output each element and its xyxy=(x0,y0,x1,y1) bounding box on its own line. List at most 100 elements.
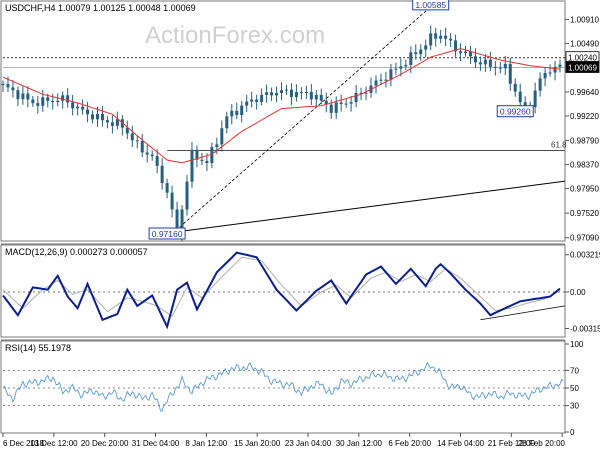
candle-body xyxy=(205,160,209,164)
candle-body xyxy=(434,33,438,39)
candle-body xyxy=(130,133,134,141)
candle-body xyxy=(444,35,448,39)
candle-body xyxy=(220,128,224,145)
candle-body xyxy=(105,120,109,123)
candle-body xyxy=(344,103,348,105)
price-label: 0.97160 xyxy=(152,229,183,239)
x-tick-label: 15 Jan 20:00 xyxy=(234,439,281,448)
candle-body xyxy=(86,109,90,115)
candle-body xyxy=(100,113,104,121)
candle-body xyxy=(56,100,60,103)
candle-body xyxy=(473,56,477,63)
candle-body xyxy=(384,79,388,81)
candle-body xyxy=(364,92,368,94)
candle-body xyxy=(424,45,428,50)
x-tick-label: 13 Dec 12:00 xyxy=(30,439,78,448)
candle-body xyxy=(135,140,139,142)
candle-body xyxy=(483,59,487,65)
chart-svg: ActionForex.com USDCHF,H4 1.00079 1.0012… xyxy=(0,0,600,448)
candle-body xyxy=(31,99,35,104)
candle-body xyxy=(115,119,119,126)
candle-body xyxy=(349,102,353,104)
candle-body xyxy=(230,110,234,117)
y-tick-label: 0.99220 xyxy=(570,112,599,121)
x-tick-label: 20 Dec 20:00 xyxy=(81,439,129,448)
candle-body xyxy=(250,99,254,102)
candle-body xyxy=(339,102,343,104)
y-tick-label: 0.97090 xyxy=(570,234,599,243)
candle-body xyxy=(240,105,244,116)
chart-root: ActionForex.com USDCHF,H4 1.00079 1.0012… xyxy=(0,0,600,450)
candle-body xyxy=(329,104,333,113)
price-label: 0.99260 xyxy=(500,107,531,117)
candle-body xyxy=(558,64,562,67)
candle-body xyxy=(21,93,25,100)
candle-body xyxy=(464,51,468,54)
candle-body xyxy=(145,152,149,155)
candle-body xyxy=(548,72,552,74)
macd-y-tick-label: 0.003219 xyxy=(570,251,600,260)
candle-body xyxy=(81,106,85,110)
candle-body xyxy=(170,192,174,210)
right-price-tag-label: 1.00069 xyxy=(568,63,597,72)
candle-body xyxy=(280,90,283,93)
y-tick-label: 0.97520 xyxy=(570,209,599,218)
rsi-y-tick-label: 30 xyxy=(570,402,579,411)
price-label: 1.00585 xyxy=(415,0,446,10)
candle-body xyxy=(319,94,323,101)
candle-body xyxy=(76,106,80,109)
candle-body xyxy=(200,159,204,161)
candle-body xyxy=(165,183,169,193)
candle-body xyxy=(334,102,338,113)
candle-body xyxy=(374,80,378,86)
candle-body xyxy=(6,83,10,88)
candle-body xyxy=(429,33,433,46)
candle-body xyxy=(518,91,522,103)
candle-body xyxy=(245,101,249,106)
candle-body xyxy=(95,113,99,120)
candle-body xyxy=(1,83,5,85)
candle-body xyxy=(354,92,358,103)
candle-body xyxy=(538,78,542,91)
candle-body xyxy=(498,67,502,69)
macd-title: MACD(12,26,9) 0.000273 0.000057 xyxy=(5,247,148,257)
candle-body xyxy=(71,102,75,109)
macd-y-tick-label: -0.003153 xyxy=(570,325,600,334)
candle-body xyxy=(478,62,482,65)
candle-body xyxy=(260,94,264,102)
rsi-y-tick-label: 100 xyxy=(570,340,584,349)
fib-61-8-label: 61.8 xyxy=(551,141,567,150)
candle-body xyxy=(289,89,293,97)
candle-body xyxy=(493,66,497,68)
x-tick-label: 23 Jan 04:00 xyxy=(285,439,332,448)
candle-body xyxy=(399,66,403,69)
candle-body xyxy=(314,94,318,100)
candle-body xyxy=(449,38,453,41)
candle-body xyxy=(11,87,15,91)
candle-body xyxy=(508,63,512,84)
x-tick-label: 14 Feb 04:00 xyxy=(437,439,485,448)
candle-body xyxy=(394,68,398,70)
candle-body xyxy=(36,103,40,106)
candle-body xyxy=(553,66,557,73)
candle-body xyxy=(41,97,45,106)
candle-body xyxy=(488,59,492,67)
rsi-y-tick-label: 0 xyxy=(570,428,575,437)
candle-body xyxy=(150,154,154,157)
y-tick-label: 0.97950 xyxy=(570,185,599,194)
y-tick-label: 0.98790 xyxy=(570,137,599,146)
candle-body xyxy=(459,51,463,54)
candle-body xyxy=(155,156,159,166)
chart-header-title: USDCHF,H4 1.00079 1.00125 1.00048 1.0006… xyxy=(5,3,196,13)
candle-body xyxy=(468,51,472,57)
x-tick-label: 31 Dec 04:00 xyxy=(132,439,180,448)
watermark: ActionForex.com xyxy=(145,22,325,49)
candle-body xyxy=(91,114,95,120)
candle-body xyxy=(299,92,303,94)
y-tick-label: 1.00490 xyxy=(570,39,599,48)
rsi-y-tick-label: 50 xyxy=(570,384,579,393)
candle-body xyxy=(513,83,517,92)
rsi-title: RSI(14) 55.1978 xyxy=(5,343,71,353)
x-tick-label: 30 Jan 12:00 xyxy=(336,439,383,448)
candle-body xyxy=(409,52,413,65)
